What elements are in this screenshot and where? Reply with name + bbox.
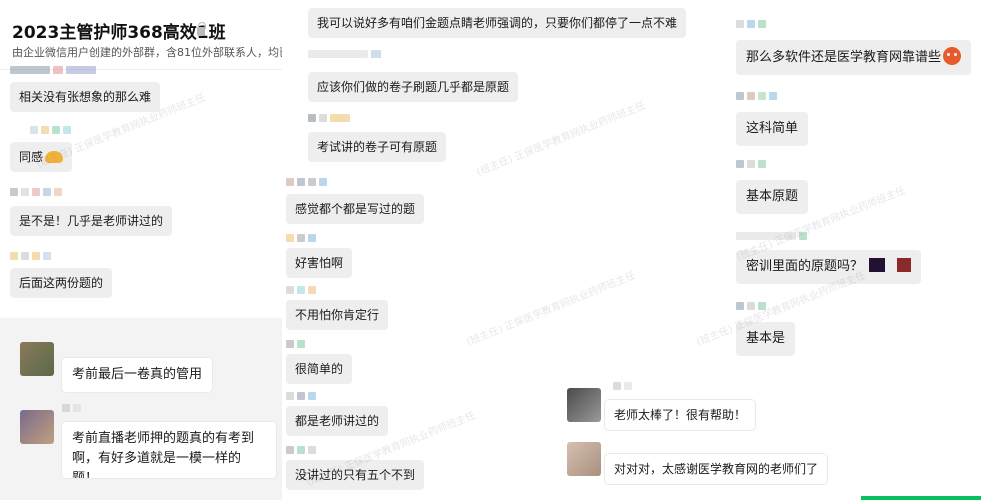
group-header: 2023主管护师368高效1班 由企业微信用户创建的外部群，含81位外部联系人，… <box>0 0 312 70</box>
sender-name-blurred <box>613 382 632 390</box>
chat-panel-right-bottom: 老师太棒了！很有帮助！ 对对对，太感谢医学教育网的老师们了 <box>545 362 981 500</box>
avatar[interactable] <box>567 388 601 422</box>
sender-name-blurred <box>62 404 81 412</box>
message-bubble[interactable]: 基本是 <box>736 322 796 356</box>
message-bubble[interactable]: 不用怕你肯定行 <box>286 300 389 330</box>
avatar[interactable] <box>20 410 54 444</box>
input-accent-bar <box>861 496 981 500</box>
message-bubble[interactable]: 老师太棒了！很有帮助！ <box>605 400 756 430</box>
sticker-icon <box>869 258 886 272</box>
lock-icon <box>197 22 206 36</box>
sender-name-blurred <box>736 160 766 168</box>
chat-panel-right-top: 那么多软件还是医学教育网靠谱些 这科简单 基本原题 密训里面的原题吗？ 基本是 <box>720 0 981 358</box>
sender-name-blurred <box>286 392 316 400</box>
message-bubble[interactable]: 都是老师讲过的 <box>286 406 389 436</box>
message-bubble[interactable]: 同感 <box>10 142 73 172</box>
message-text: 密训里面的原题吗？ <box>746 259 864 274</box>
message-bubble[interactable]: 没讲过的只有五个不到 <box>286 460 425 490</box>
sender-name-blurred <box>736 232 807 240</box>
sender-name-blurred <box>736 20 766 28</box>
sender-name-blurred <box>286 340 305 348</box>
chat-panel-left-bottom: 考前最后一卷真的管用 考前直播老师押的题真的有考到啊，有好多道就是一模一样的题！ <box>0 318 282 500</box>
sender-name-blurred <box>736 92 777 100</box>
message-text: 那么多软件还是医学教育网靠谱些 <box>746 50 942 65</box>
message-text: 同感 <box>19 150 44 164</box>
message-bubble[interactable]: 感觉都个都是写过的题 <box>286 194 425 224</box>
chat-panel-left-top: 2023主管护师368高效1班 由企业微信用户创建的外部群，含81位外部联系人，… <box>0 0 312 315</box>
message-bubble[interactable]: 那么多软件还是医学教育网靠谱些 <box>736 40 972 75</box>
message-bubble[interactable]: 考试讲的卷子可有原题 <box>308 132 447 162</box>
sender-name-blurred <box>10 66 96 74</box>
sender-name-blurred <box>10 252 51 260</box>
group-subtitle: 由企业微信用户创建的外部群，含81位外部联系人，均已同意 <box>12 46 312 59</box>
sender-name-blurred <box>286 286 316 294</box>
sender-name-blurred <box>286 234 316 242</box>
message-bubble[interactable]: 考前直播老师押的题真的有考到啊，有好多道就是一模一样的题！ <box>62 422 276 478</box>
message-bubble[interactable]: 是不是！几乎是老师讲过的 <box>10 206 173 236</box>
group-title: 2023主管护师368高效1班 <box>12 23 226 43</box>
message-bubble[interactable]: 后面这两份题的 <box>10 268 113 298</box>
sender-name-blurred <box>286 178 327 186</box>
sender-name-blurred <box>30 126 71 134</box>
avatar[interactable] <box>567 442 601 476</box>
sender-name-blurred <box>308 114 350 122</box>
message-bubble[interactable]: 这科简单 <box>736 112 809 146</box>
avatar[interactable] <box>20 342 54 376</box>
sender-name-blurred <box>286 446 316 454</box>
message-bubble[interactable]: 对对对，太感谢医学教育网的老师们了 <box>605 454 828 484</box>
sticker-icon <box>897 258 912 272</box>
pleading-face-emoji-icon <box>943 47 962 65</box>
message-bubble[interactable]: 密训里面的原题吗？ <box>736 250 922 284</box>
message-bubble[interactable]: 基本原题 <box>736 180 809 214</box>
message-bubble[interactable]: 应该你们做的卷子刷题几乎都是原题 <box>308 72 519 102</box>
message-bubble[interactable]: 我可以说好多有咱们金题点睛老师强调的，只要你们都停了一点不难 <box>308 8 687 38</box>
message-bubble[interactable]: 很简单的 <box>286 354 353 384</box>
sender-name-blurred <box>308 50 381 58</box>
sender-name-blurred <box>736 302 766 310</box>
handshake-emoji-icon <box>45 151 64 163</box>
sender-name-blurred <box>10 188 62 196</box>
message-bubble[interactable]: 考前最后一卷真的管用 <box>62 358 213 392</box>
message-bubble[interactable]: 相关没有张想象的那么难 <box>10 82 161 112</box>
message-bubble[interactable]: 好害怕啊 <box>286 248 353 278</box>
